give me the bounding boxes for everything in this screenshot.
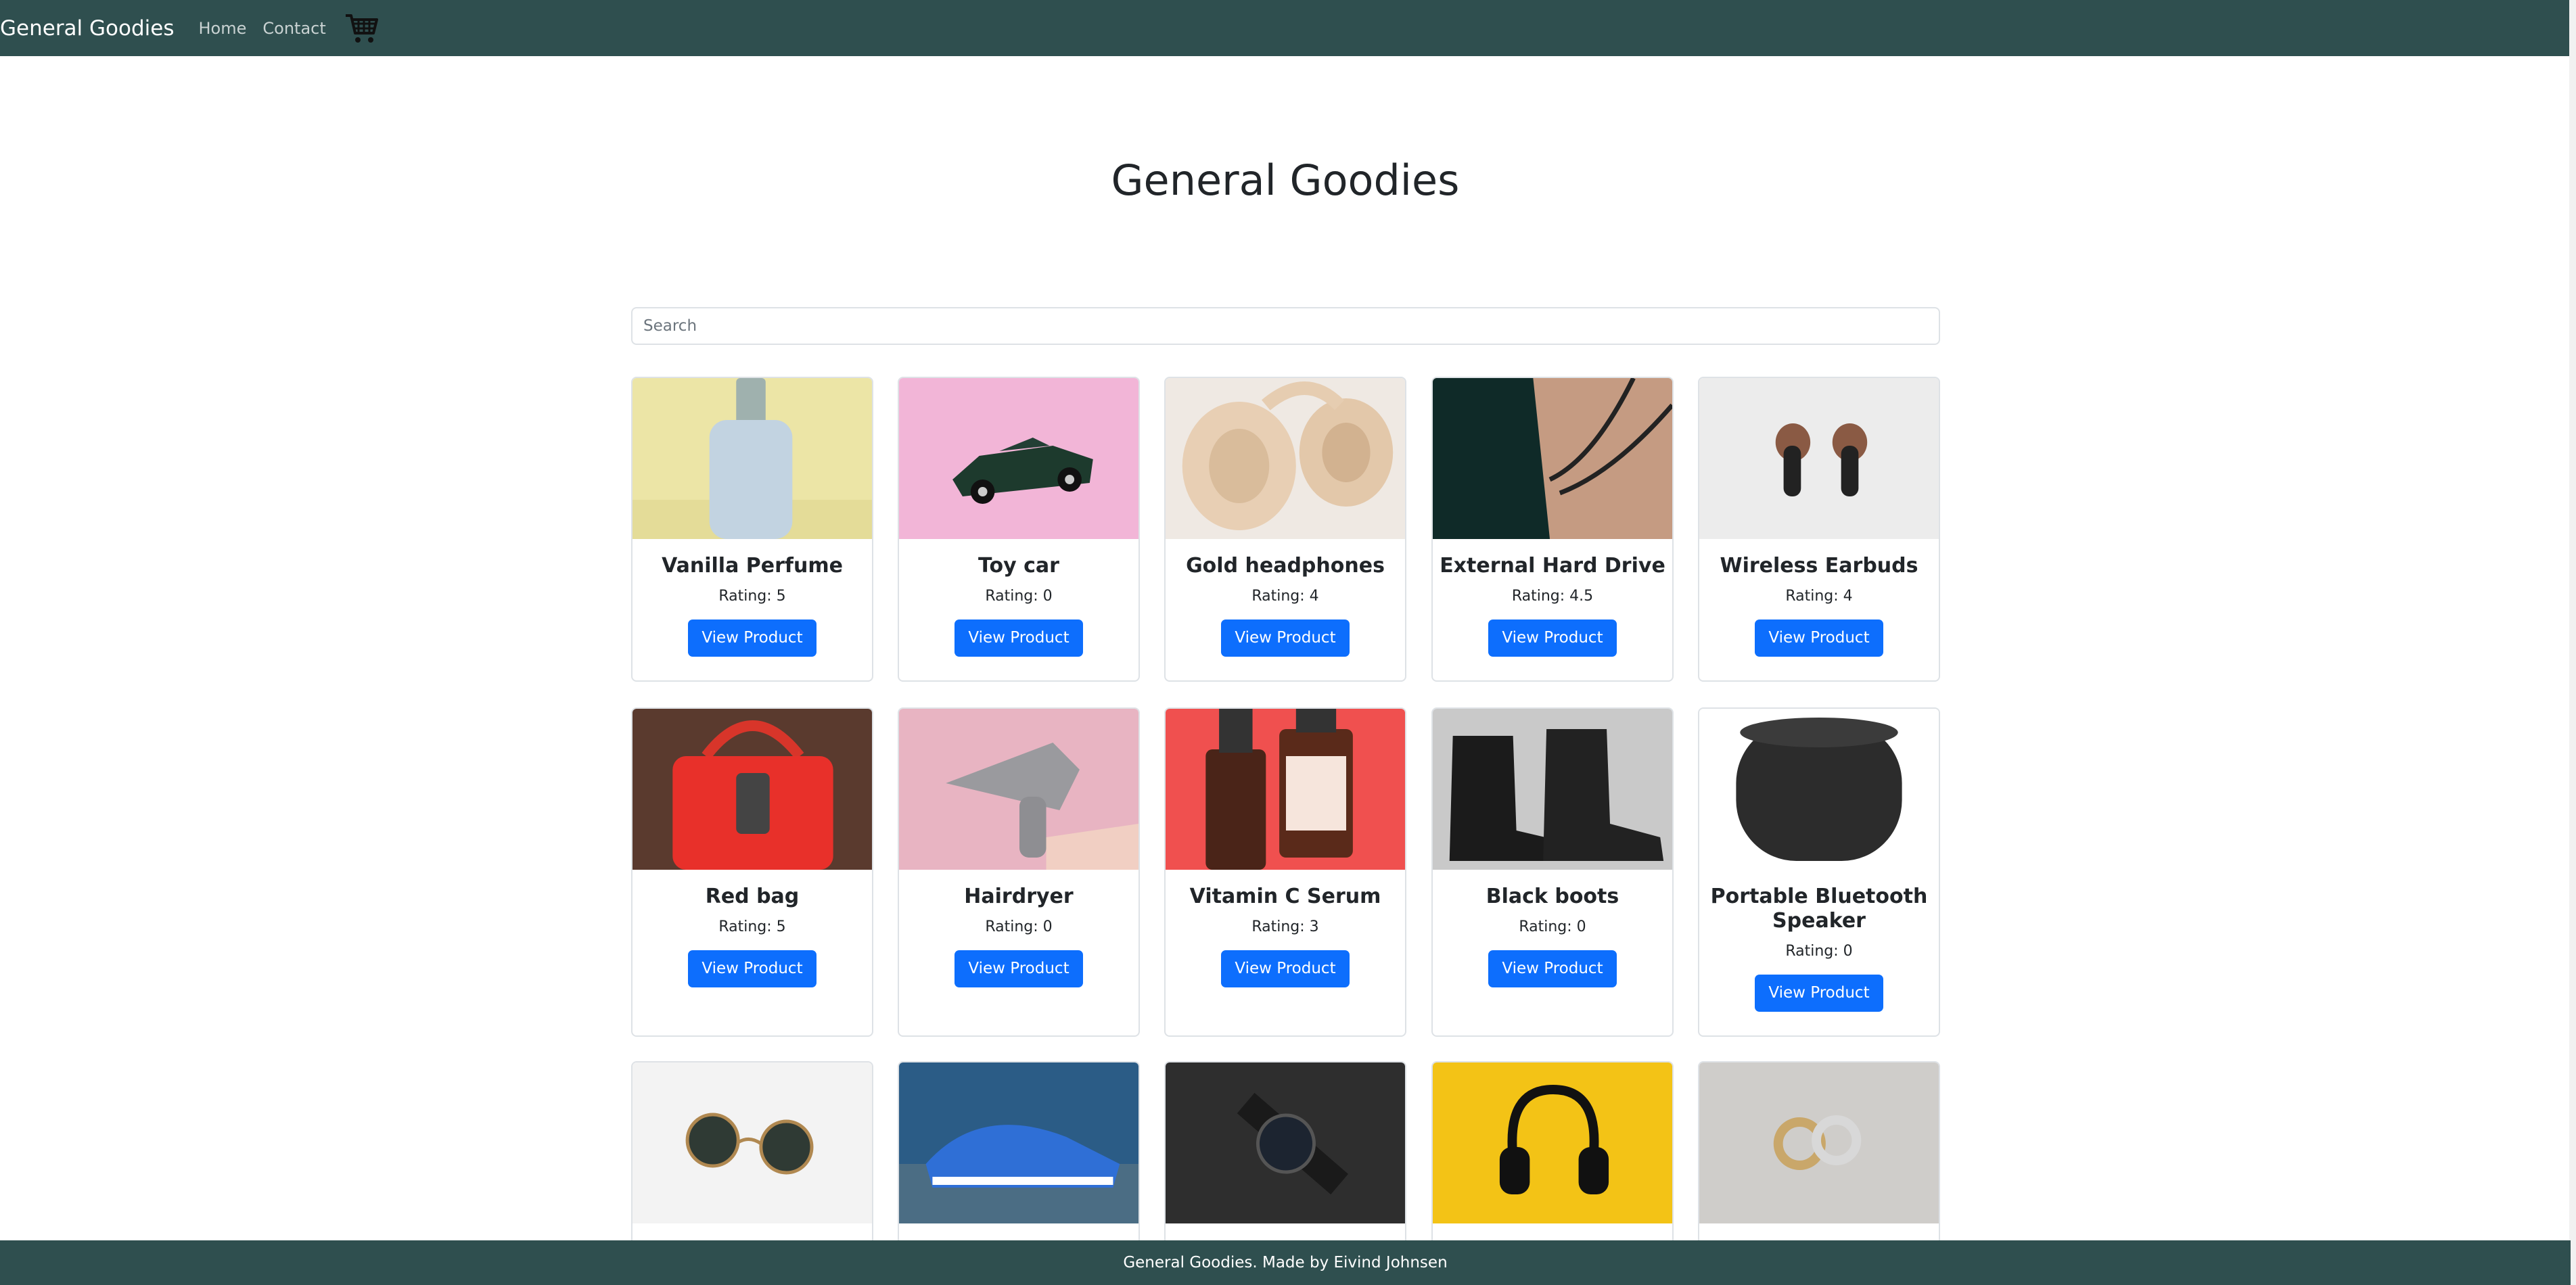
product-image-watch <box>1166 1062 1405 1223</box>
product-card <box>1698 1061 1940 1264</box>
shopping-cart-icon[interactable] <box>344 10 380 47</box>
product-title: Portable Bluetooth Speaker <box>1710 885 1928 933</box>
navbar: General Goodies Home Contact <box>0 0 2576 56</box>
product-card: Vitamin C Serum Rating: 3 View Product <box>1164 707 1406 1037</box>
nav-link-home[interactable]: Home <box>199 19 247 38</box>
product-rating: Rating: 4 <box>1251 588 1319 605</box>
product-card <box>1431 1061 1674 1264</box>
product-card: Black boots Rating: 0 View Product <box>1431 707 1674 1037</box>
view-product-button[interactable]: View Product <box>1755 975 1883 1012</box>
product-card <box>631 1061 873 1264</box>
product-image-earrings <box>1699 1062 1939 1223</box>
product-title: Wireless Earbuds <box>1720 554 1918 578</box>
product-rating: Rating: 5 <box>718 918 786 935</box>
product-image-toy-car <box>899 378 1138 539</box>
product-image-perfume <box>632 378 872 539</box>
search-input[interactable] <box>631 307 1940 345</box>
view-product-button[interactable]: View Product <box>688 950 816 987</box>
product-image-earbuds <box>1699 378 1939 539</box>
product-title: Vitamin C Serum <box>1189 885 1381 908</box>
product-card: Gold headphones Rating: 4 View Product <box>1164 377 1406 682</box>
product-title: Gold headphones <box>1186 554 1385 578</box>
product-image-serum <box>1166 709 1405 870</box>
product-title: Vanilla Perfume <box>662 554 843 578</box>
product-image-red-bag <box>632 709 872 870</box>
nav-link-contact[interactable]: Contact <box>262 19 325 38</box>
product-rating: Rating: 4.5 <box>1511 588 1594 605</box>
page-title: General Goodies <box>1111 156 1460 205</box>
product-rating: Rating: 0 <box>985 918 1053 935</box>
product-rating: Rating: 5 <box>718 588 786 605</box>
product-card: Vanilla Perfume Rating: 5 View Product <box>631 377 873 682</box>
view-product-button[interactable]: View Product <box>1488 950 1617 987</box>
view-product-button[interactable]: View Product <box>688 620 816 657</box>
footer: General Goodies. Made by Eivind Johnsen <box>0 1240 2571 1285</box>
product-rating: Rating: 3 <box>1251 918 1319 935</box>
view-product-button[interactable]: View Product <box>1488 620 1617 657</box>
product-image-hairdryer <box>899 709 1138 870</box>
view-product-button[interactable]: View Product <box>954 950 1083 987</box>
product-card: External Hard Drive Rating: 4.5 View Pro… <box>1431 377 1674 682</box>
product-card: Red bag Rating: 5 View Product <box>631 707 873 1037</box>
view-product-button[interactable]: View Product <box>1755 620 1883 657</box>
product-card <box>1164 1061 1406 1264</box>
product-title: External Hard Drive <box>1440 554 1665 578</box>
view-product-button[interactable]: View Product <box>954 620 1083 657</box>
product-card <box>898 1061 1140 1264</box>
product-image-headphones-yellow <box>1433 1062 1672 1223</box>
product-title: Red bag <box>705 885 800 908</box>
product-rating: Rating: 0 <box>1785 943 1853 960</box>
product-card: Toy car Rating: 0 View Product <box>898 377 1140 682</box>
view-product-button[interactable]: View Product <box>1221 950 1350 987</box>
product-card: Portable Bluetooth Speaker Rating: 0 Vie… <box>1698 707 1940 1037</box>
view-product-button[interactable]: View Product <box>1221 620 1350 657</box>
product-title: Toy car <box>978 554 1059 578</box>
product-image-hard-drive <box>1433 378 1672 539</box>
product-image-sunglasses <box>632 1062 872 1223</box>
footer-text: General Goodies. Made by Eivind Johnsen <box>1123 1254 1448 1271</box>
product-image-sneakers <box>899 1062 1138 1223</box>
product-title: Black boots <box>1486 885 1619 908</box>
product-rating: Rating: 4 <box>1785 588 1853 605</box>
product-image-gold-headphones <box>1166 378 1405 539</box>
product-rating: Rating: 0 <box>1519 918 1586 935</box>
product-card: Wireless Earbuds Rating: 4 View Product <box>1698 377 1940 682</box>
product-card: Hairdryer Rating: 0 View Product <box>898 707 1140 1037</box>
brand-link[interactable]: General Goodies <box>0 16 175 41</box>
product-image-speaker <box>1699 709 1939 870</box>
product-rating: Rating: 0 <box>985 588 1053 605</box>
product-image-boots <box>1433 709 1672 870</box>
product-title: Hairdryer <box>964 885 1074 908</box>
